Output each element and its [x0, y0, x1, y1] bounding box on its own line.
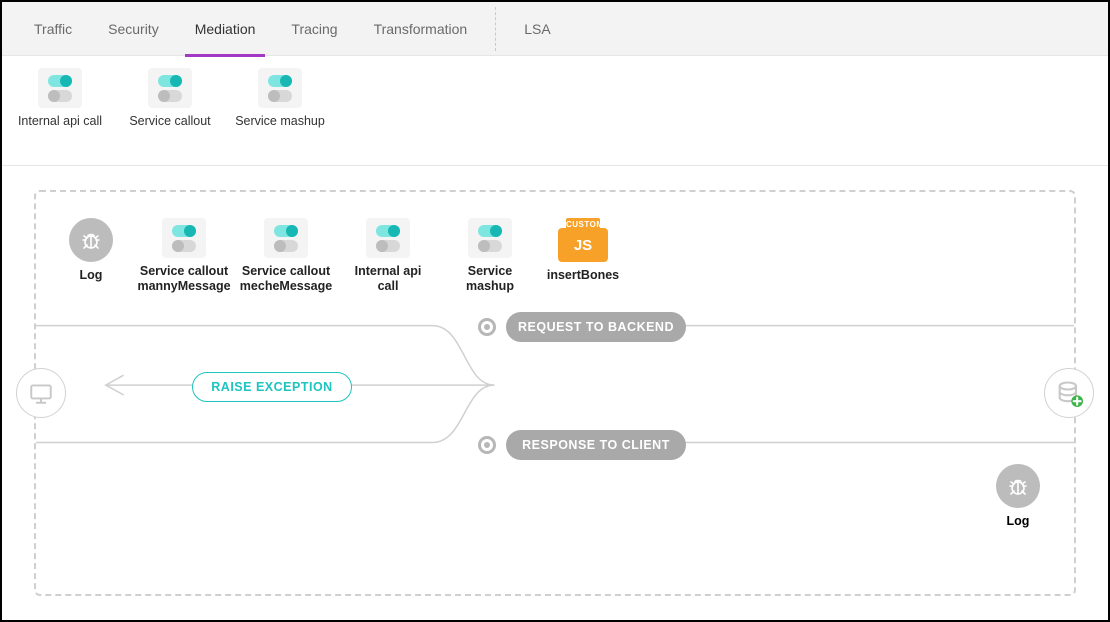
backend-endpoint-icon[interactable] [1044, 368, 1094, 418]
palette-service-mashup[interactable]: Service mashup [230, 68, 330, 128]
flow-branch-dot-response[interactable] [478, 436, 496, 454]
palette-row: Internal api call Service callout Servic… [2, 56, 1108, 166]
flow-node-log[interactable]: Log [56, 218, 126, 283]
flow-label: Log [1007, 514, 1030, 528]
toggle-tile-icon [258, 68, 302, 108]
flow-node-service-callout-manny[interactable]: Service callout mannyMessage [140, 218, 228, 294]
flow-node-insert-bones[interactable]: CUSTOM JS insertBones [548, 218, 618, 283]
flow-node-internal-api-call[interactable]: Internal api call [344, 218, 432, 294]
flow-label: insertBones [547, 268, 619, 283]
tab-tracing[interactable]: Tracing [273, 2, 355, 56]
flow-label: Service mashup [446, 264, 534, 294]
tab-traffic[interactable]: Traffic [16, 2, 90, 56]
pill-response-to-client[interactable]: RESPONSE TO CLIENT [506, 430, 686, 460]
tabbar: Traffic Security Mediation Tracing Trans… [2, 2, 1108, 56]
flow-branch-dot-request[interactable] [478, 318, 496, 336]
flow-node-service-mashup[interactable]: Service mashup [446, 218, 534, 294]
palette-label: Internal api call [18, 114, 102, 128]
toggle-tile-icon [264, 218, 308, 258]
flow-row: Log Service callout mannyMessage [36, 192, 1074, 312]
tab-lsa[interactable]: LSA [506, 2, 568, 56]
tab-transformation[interactable]: Transformation [356, 2, 486, 56]
tab-mediation[interactable]: Mediation [177, 2, 274, 56]
toggle-tile-icon [38, 68, 82, 108]
toggle-tile-icon [162, 218, 206, 258]
flow-label: Service callout mecheMessage [240, 264, 332, 294]
flow-node-service-callout-meche[interactable]: Service callout mecheMessage [242, 218, 330, 294]
flow-node-log-response[interactable]: Log [996, 464, 1040, 528]
flow-canvas[interactable]: Log Service callout mannyMessage [34, 190, 1076, 596]
toggle-tile-icon [366, 218, 410, 258]
flow-label: Service callout mannyMessage [137, 264, 230, 294]
pill-raise-exception[interactable]: RAISE EXCEPTION [192, 372, 352, 402]
bug-icon [996, 464, 1040, 508]
custom-js-icon: CUSTOM JS [558, 218, 608, 262]
toggle-tile-icon [468, 218, 512, 258]
palette-service-callout[interactable]: Service callout [120, 68, 220, 128]
bug-icon [69, 218, 113, 262]
palette-internal-api-call[interactable]: Internal api call [10, 68, 110, 128]
flow-label: Log [80, 268, 103, 283]
toggle-tile-icon [148, 68, 192, 108]
flow-label: Internal api call [344, 264, 432, 294]
tab-security[interactable]: Security [90, 2, 177, 56]
client-endpoint-icon[interactable] [16, 368, 66, 418]
pill-request-to-backend[interactable]: REQUEST TO BACKEND [506, 312, 686, 342]
tab-divider [495, 7, 496, 51]
palette-label: Service callout [129, 114, 210, 128]
canvas-area: Log Service callout mannyMessage [2, 166, 1108, 620]
palette-label: Service mashup [235, 114, 325, 128]
